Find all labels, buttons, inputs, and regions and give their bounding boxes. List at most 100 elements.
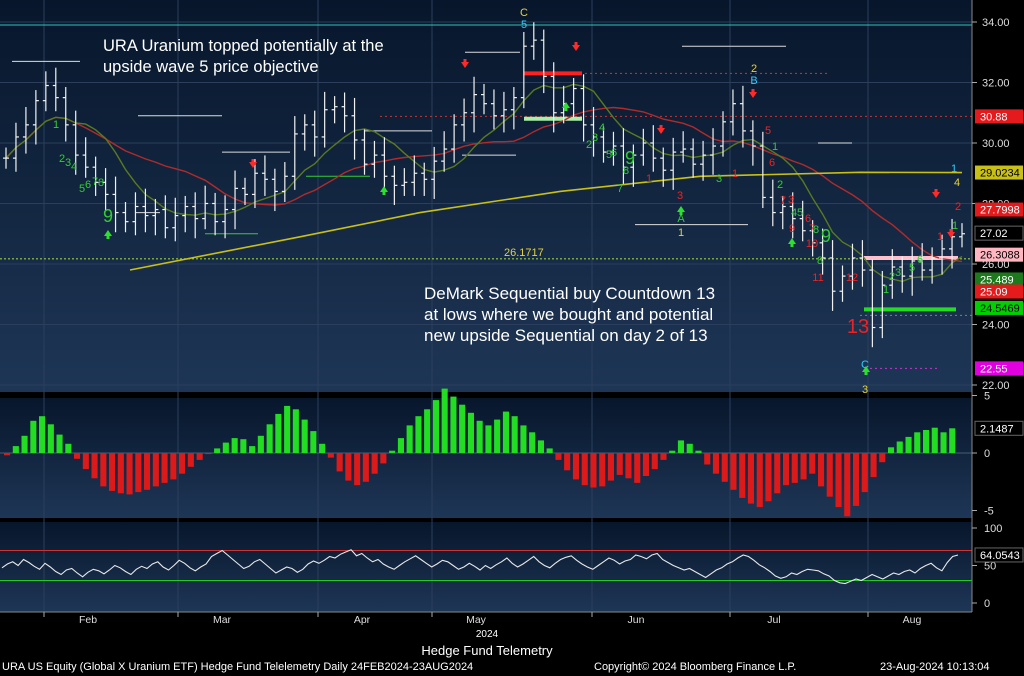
sequential-count: 5 bbox=[521, 19, 527, 31]
momentum-bar bbox=[135, 453, 142, 493]
momentum-bar bbox=[406, 425, 413, 453]
arrow-stem bbox=[463, 59, 467, 62]
price-tag: 22.55 bbox=[975, 361, 1023, 376]
momentum-bar bbox=[301, 419, 308, 453]
momentum-bar bbox=[800, 453, 807, 480]
momentum-bar bbox=[712, 453, 719, 474]
sequential-count: 2 bbox=[955, 201, 961, 213]
momentum-bar bbox=[642, 453, 649, 476]
sequential-count: 8 bbox=[623, 165, 629, 177]
momentum-value-text: 2.1487 bbox=[980, 423, 1014, 435]
sequential-count: 3 bbox=[895, 267, 901, 279]
momentum-bar bbox=[923, 430, 930, 453]
x-axis-month-label: Aug bbox=[903, 614, 922, 626]
sequential-count: 9 bbox=[789, 223, 795, 235]
momentum-bar bbox=[12, 446, 19, 453]
footer-security: URA US Equity (Global X Uranium ETF) Hed… bbox=[2, 661, 474, 673]
sequential-count: 1 bbox=[678, 227, 684, 239]
sequential-count: 6 bbox=[611, 147, 617, 159]
sequential-count: 3 bbox=[716, 173, 722, 185]
arrow-stem bbox=[751, 89, 755, 92]
sequential-count: B bbox=[750, 75, 757, 87]
sequential-count: 7 bbox=[617, 183, 623, 195]
momentum-bar bbox=[870, 453, 877, 478]
momentum-bar bbox=[117, 453, 124, 494]
momentum-bar bbox=[257, 435, 264, 454]
momentum-bar bbox=[879, 453, 886, 463]
momentum-bar bbox=[730, 453, 737, 490]
price-tag: 27.02 bbox=[974, 225, 1024, 241]
momentum-bar bbox=[21, 435, 28, 454]
arrow-stem bbox=[934, 189, 938, 192]
x-axis-month-label: Feb bbox=[79, 614, 97, 626]
momentum-bar bbox=[47, 424, 54, 454]
momentum-bar bbox=[459, 404, 466, 453]
sequential-count: 1 bbox=[772, 141, 778, 153]
momentum-bar bbox=[765, 453, 772, 502]
price-tag-value: 30.88 bbox=[980, 111, 1008, 123]
momentum-bar bbox=[249, 446, 256, 453]
momentum-bar bbox=[704, 453, 711, 465]
momentum-bar bbox=[4, 453, 11, 456]
momentum-bar bbox=[240, 439, 247, 453]
sequential-count: 6 bbox=[917, 254, 923, 266]
momentum-bar bbox=[284, 405, 291, 453]
momentum-bar bbox=[126, 453, 133, 495]
momentum-bar bbox=[187, 453, 194, 467]
price-tag: 29.0234 bbox=[975, 165, 1023, 180]
momentum-bar bbox=[721, 453, 728, 482]
momentum-bar bbox=[791, 453, 798, 483]
price-tag: 25.489 bbox=[975, 272, 1023, 287]
sequential-count: 1 bbox=[646, 173, 652, 185]
momentum-bar bbox=[65, 443, 72, 453]
arrow-stem bbox=[864, 372, 868, 375]
momentum-bar bbox=[826, 453, 833, 497]
price-tag-value: 25.09 bbox=[980, 287, 1008, 299]
momentum-bar bbox=[835, 453, 842, 508]
momentum-bar bbox=[940, 432, 947, 453]
momentum-bar bbox=[91, 453, 98, 479]
footer-timestamp: 23-Aug-2024 10:13:04 bbox=[880, 661, 990, 673]
price-tag-value: 29.0234 bbox=[980, 168, 1020, 180]
price-tag-value: 26.3088 bbox=[980, 250, 1020, 262]
momentum-bar bbox=[450, 396, 457, 453]
momentum-axis-label: 5 bbox=[984, 391, 990, 403]
momentum-bar bbox=[327, 453, 334, 458]
momentum-bar bbox=[599, 453, 606, 487]
sequential-count: 6 bbox=[769, 157, 775, 169]
sequential-count: 2 bbox=[777, 179, 783, 191]
momentum-bar bbox=[853, 453, 860, 506]
sequential-count: 1 bbox=[952, 220, 958, 232]
momentum-bar bbox=[677, 440, 684, 453]
sequential-count: 1 bbox=[732, 168, 738, 180]
sequential-count: 4 bbox=[599, 122, 605, 134]
price-axis-label: 30.00 bbox=[982, 138, 1010, 150]
sequential-count: 9 bbox=[103, 206, 113, 226]
price-tag: 25.09 bbox=[975, 284, 1023, 299]
sequential-count: 1 bbox=[883, 284, 889, 296]
momentum-bar bbox=[354, 453, 361, 486]
momentum-bar bbox=[336, 453, 343, 472]
x-axis-month-label: Jun bbox=[628, 614, 645, 626]
momentum-bar bbox=[634, 453, 641, 483]
momentum-bar bbox=[949, 428, 956, 453]
oscillator-axis-label: 0 bbox=[984, 598, 990, 610]
price-tag-value: 27.02 bbox=[980, 228, 1008, 240]
momentum-bar bbox=[695, 450, 702, 453]
sequential-count: 8 bbox=[817, 255, 823, 267]
momentum-bar bbox=[660, 453, 667, 460]
momentum-bar bbox=[39, 416, 46, 453]
sequential-count: 6 bbox=[85, 179, 91, 191]
momentum-bar bbox=[739, 453, 746, 498]
arrow-stem bbox=[659, 125, 663, 128]
momentum-bar bbox=[345, 453, 352, 481]
momentum-bar bbox=[494, 419, 501, 453]
momentum-bar bbox=[581, 453, 588, 486]
momentum-bar bbox=[292, 409, 299, 453]
arrow-stem bbox=[564, 108, 568, 111]
price-axis-label: 32.00 bbox=[982, 78, 1010, 90]
momentum-axis-label: 0 bbox=[984, 448, 990, 460]
momentum-bar bbox=[74, 453, 81, 459]
momentum-bar bbox=[371, 453, 378, 474]
sequential-count: 5 bbox=[765, 125, 771, 137]
